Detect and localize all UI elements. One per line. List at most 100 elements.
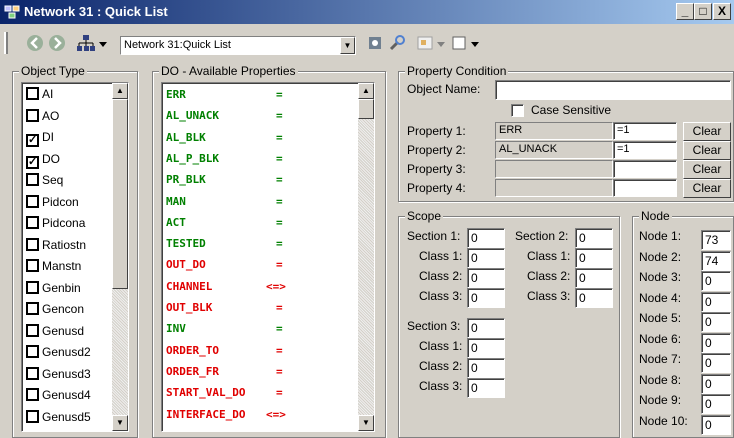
property-value-input[interactable] <box>613 160 677 178</box>
node-input[interactable]: 0 <box>701 312 731 332</box>
object-icon[interactable] <box>366 34 384 52</box>
object-type-checkbox[interactable] <box>26 87 39 100</box>
scroll-down-button[interactable]: ▼ <box>112 415 128 431</box>
object-type-list[interactable]: AI AO ✓ DI ✓ DO Seq Pidcon Pidcona Ratiostn Manstn… <box>21 82 129 432</box>
minimize-button[interactable]: _ <box>676 3 694 20</box>
window-icon[interactable] <box>450 34 468 52</box>
dropdown-icon[interactable] <box>470 40 480 48</box>
object-type-item[interactable]: Manstn <box>26 259 81 280</box>
object-type-checkbox[interactable] <box>26 216 39 229</box>
section-2-input[interactable]: 0 <box>575 228 613 248</box>
forward-icon[interactable] <box>48 34 66 52</box>
dropdown-icon[interactable] <box>98 40 108 48</box>
title-bar[interactable]: Network 31 : Quick List _ □ X <box>0 0 734 24</box>
object-type-checkbox[interactable] <box>26 173 39 186</box>
class-input[interactable]: 0 <box>575 268 613 288</box>
scroll-thumb[interactable] <box>358 99 374 119</box>
object-type-checkbox[interactable] <box>26 388 39 401</box>
tree-icon[interactable] <box>76 34 96 54</box>
class-input[interactable]: 0 <box>467 288 505 308</box>
page-icon[interactable] <box>416 34 434 52</box>
properties-list[interactable]: ERR = AL_UNACK = AL_BLK = AL_P_BLK = PR_BLK = MAN =… <box>161 82 375 432</box>
property-name: CHANNEL <box>166 279 213 293</box>
object-type-item[interactable]: Pidcona <box>26 216 85 237</box>
object-type-checkbox[interactable] <box>26 302 39 315</box>
object-type-checkbox[interactable] <box>26 237 39 251</box>
property-item[interactable]: INTERFACE_DO <=> <box>166 408 286 432</box>
object-type-item[interactable]: Seq <box>26 173 63 194</box>
object-type-item[interactable]: AO <box>26 108 59 130</box>
object-type-scrollbar[interactable]: ▲ ▼ <box>112 83 128 431</box>
combo-dropdown-button[interactable]: ▼ <box>340 37 355 54</box>
property-value-input[interactable]: =1 <box>613 122 677 140</box>
object-type-item[interactable]: Genusd <box>26 323 84 345</box>
clear-button[interactable]: Clear <box>683 179 731 198</box>
node-input[interactable]: 73 <box>701 230 731 250</box>
object-type-checkbox[interactable]: ✓ <box>26 155 39 169</box>
scroll-down-button[interactable]: ▼ <box>358 415 374 431</box>
object-type-item[interactable]: Genusd2 <box>26 345 91 366</box>
scroll-up-button[interactable]: ▲ <box>112 83 128 99</box>
object-type-checkbox[interactable] <box>26 259 39 272</box>
scroll-thumb[interactable] <box>112 99 128 289</box>
object-name-input[interactable] <box>495 80 731 100</box>
properties-scrollbar[interactable]: ▲ ▼ <box>358 83 374 431</box>
class-input[interactable]: 0 <box>575 248 613 268</box>
object-type-checkbox[interactable] <box>26 323 39 337</box>
class-input[interactable]: 0 <box>467 378 505 398</box>
property-value-input[interactable] <box>613 179 677 197</box>
object-type-item[interactable]: Genbin <box>26 280 81 302</box>
class-input[interactable]: 0 <box>467 248 505 268</box>
class-input[interactable]: 0 <box>467 268 505 288</box>
section-1-input[interactable]: 0 <box>467 228 505 248</box>
section-3-input[interactable]: 0 <box>467 318 505 338</box>
node-input[interactable]: 0 <box>701 291 731 312</box>
object-type-checkbox[interactable] <box>26 409 39 423</box>
tool-icon[interactable] <box>388 34 406 52</box>
close-button[interactable]: X <box>713 3 731 20</box>
property-operator: <=> <box>266 279 286 293</box>
object-type-item[interactable]: Ratiostn <box>26 237 86 259</box>
clear-button[interactable]: Clear <box>683 160 731 179</box>
scroll-up-button[interactable]: ▲ <box>358 83 374 99</box>
toolbar: Network 31:Quick List ▼ <box>0 26 734 60</box>
back-icon[interactable] <box>26 34 44 52</box>
node-input[interactable]: 0 <box>701 373 731 394</box>
property-name-field[interactable] <box>495 179 613 197</box>
node-input[interactable]: 0 <box>701 353 731 373</box>
object-type-item[interactable]: ✓ DO <box>26 152 60 173</box>
object-type-item[interactable]: Gencon <box>26 302 84 323</box>
object-type-checkbox[interactable]: ✓ <box>26 134 39 147</box>
class-input[interactable]: 0 <box>467 358 505 378</box>
object-type-item[interactable]: AI <box>26 87 53 108</box>
node-input[interactable]: 74 <box>701 250 731 271</box>
clear-button[interactable]: Clear <box>683 141 731 160</box>
property-value-input[interactable]: =1 <box>613 141 677 159</box>
node-input[interactable]: 0 <box>701 414 731 435</box>
node-input[interactable]: 0 <box>701 394 731 414</box>
maximize-button[interactable]: □ <box>694 3 712 20</box>
object-type-checkbox[interactable] <box>26 366 39 380</box>
node-input[interactable]: 0 <box>701 332 731 353</box>
class-input[interactable]: 0 <box>575 288 613 308</box>
case-sensitive-checkbox[interactable] <box>511 104 524 117</box>
object-type-item[interactable]: Pidcon <box>26 194 79 216</box>
property-name-field[interactable]: ERR <box>495 122 613 140</box>
object-type-checkbox[interactable] <box>26 345 39 358</box>
clear-button[interactable]: Clear <box>683 122 731 141</box>
object-type-item[interactable]: Genusd5 <box>26 409 91 431</box>
property-name-field[interactable] <box>495 160 613 178</box>
object-type-item[interactable]: Genusd3 <box>26 366 91 388</box>
dropdown-icon[interactable] <box>436 40 446 48</box>
object-type-checkbox[interactable] <box>26 280 39 294</box>
property-name-field[interactable]: AL_UNACK <box>495 141 613 159</box>
node-input[interactable]: 0 <box>701 271 731 291</box>
object-type-item[interactable]: ✓ DI <box>26 130 54 151</box>
class-input[interactable]: 0 <box>467 338 505 358</box>
view-combo[interactable]: Network 31:Quick List ▼ <box>120 36 356 55</box>
object-type-checkbox[interactable] <box>26 108 39 122</box>
object-type-checkbox[interactable] <box>26 194 39 208</box>
property-name: ORDER_TO <box>166 343 219 357</box>
toolbar-grip[interactable] <box>4 32 8 54</box>
object-type-item[interactable]: Genusd4 <box>26 388 91 409</box>
